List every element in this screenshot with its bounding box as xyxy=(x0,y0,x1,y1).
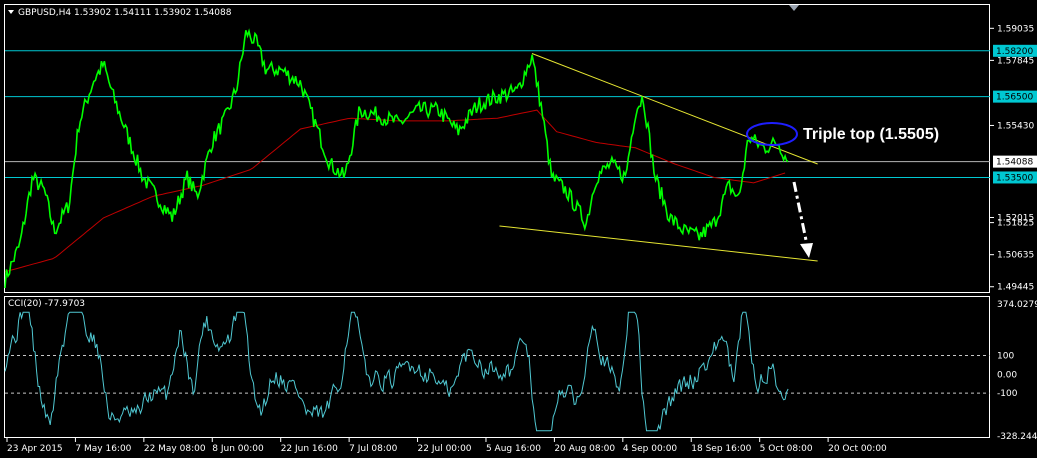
time-axis-label: 22 Jul 00:00 xyxy=(418,444,472,454)
price-level-tag-label: 1.56500 xyxy=(996,93,1033,103)
price-axis-label: 1.49445 xyxy=(997,283,1034,293)
time-axis-label: 7 May 16:00 xyxy=(75,444,131,454)
time-axis-label: 4 Sep 00:00 xyxy=(623,444,678,454)
time-axis-label: 20 Aug 08:00 xyxy=(554,444,615,454)
triple-top-label: Triple top (1.5505) xyxy=(803,126,939,143)
price-level-tag-label: 1.54088 xyxy=(996,158,1033,168)
time-axis-label: 8 Jun 00:00 xyxy=(212,444,264,454)
time-axis-label: 20 Oct 00:00 xyxy=(828,444,887,454)
time-axis-label: 5 Aug 16:00 xyxy=(486,444,541,454)
time-axis-label: 22 May 08:00 xyxy=(144,444,206,454)
cci-axis-label: -100 xyxy=(997,389,1018,399)
price-level-tag-label: 1.58200 xyxy=(996,47,1033,57)
cci-axis-label: 100 xyxy=(997,352,1014,362)
time-axis-label: 5 Oct 08:00 xyxy=(760,444,813,454)
cci-header: CCI(20) -77.9703 xyxy=(8,299,85,309)
symbol-header: GBPUSD,H4 1.53902 1.54111 1.53902 1.5408… xyxy=(18,8,232,18)
price-axis-label: 1.55430 xyxy=(997,121,1034,131)
time-axis-label: 23 Apr 2015 xyxy=(7,444,63,454)
price-axis-label: 1.57845 xyxy=(997,56,1034,66)
price-axis-label: 1.51825 xyxy=(997,219,1034,229)
price-level-tag-label: 1.53500 xyxy=(996,173,1033,183)
cci-axis-label: -328.2446 xyxy=(997,432,1037,442)
price-axis-label: 1.59035 xyxy=(997,24,1034,34)
chart-window[interactable]: 1.590351.578451.554301.520151.518251.506… xyxy=(0,0,1037,458)
cci-axis-label: 374.0279 xyxy=(997,300,1037,310)
cci-axis-label: 0.00 xyxy=(997,370,1017,380)
price-axis-label: 1.50635 xyxy=(997,251,1034,261)
time-axis-label: 18 Sep 16:00 xyxy=(691,444,751,454)
time-axis-label: 7 Jul 08:00 xyxy=(349,444,398,454)
time-axis-label: 22 Jun 16:00 xyxy=(281,444,338,454)
